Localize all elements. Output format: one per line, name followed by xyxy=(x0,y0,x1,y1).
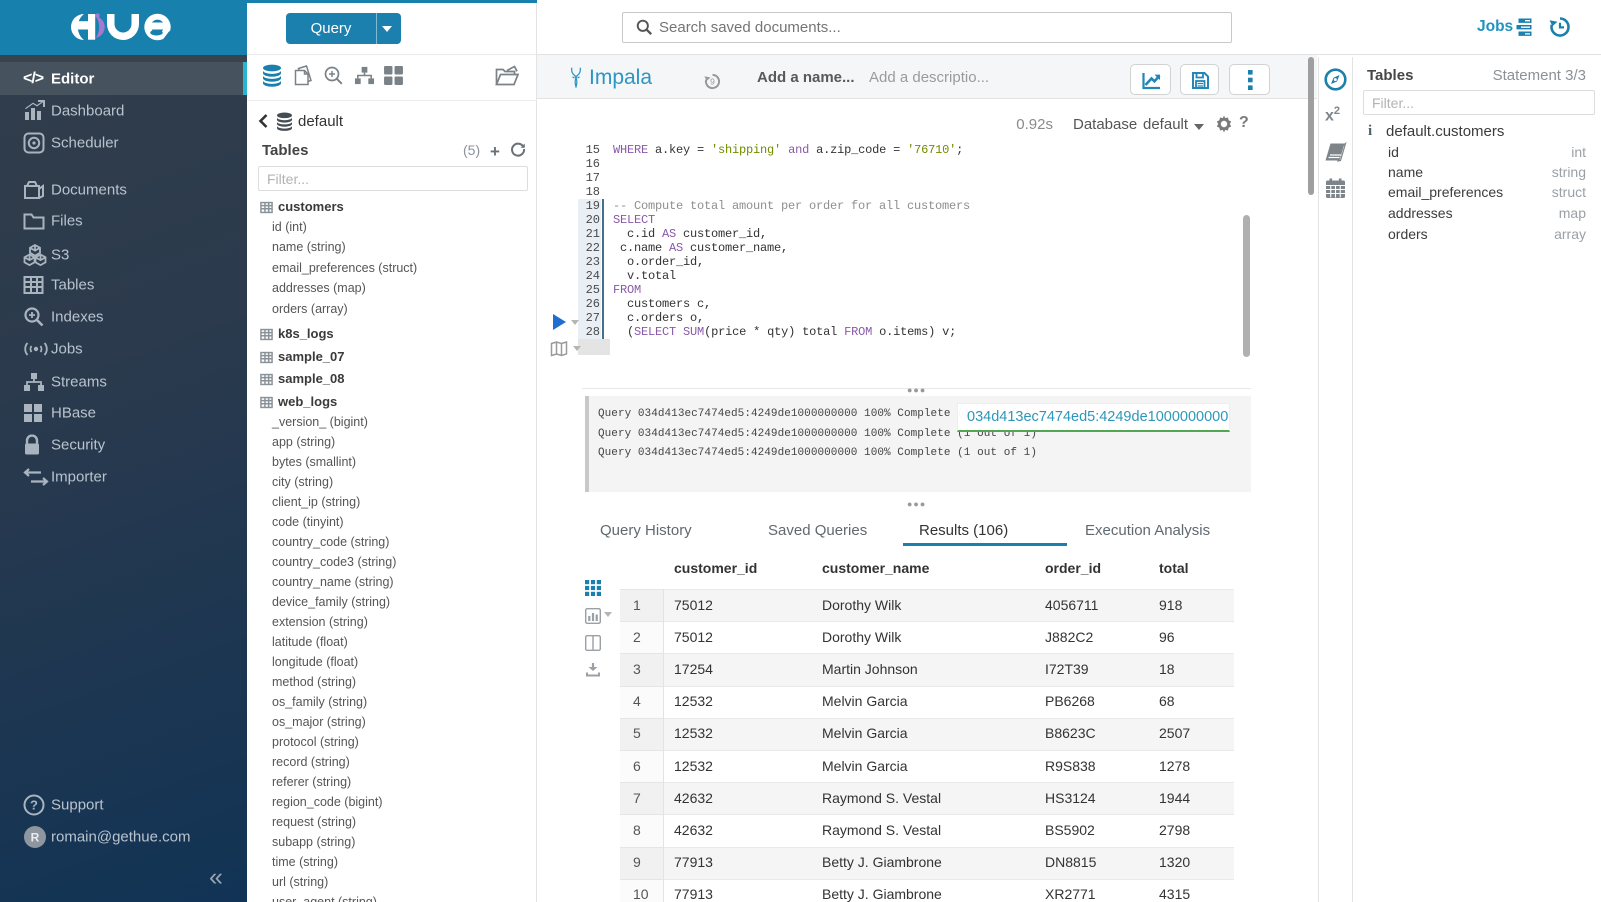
svg-text:?: ? xyxy=(30,798,38,813)
svg-text:9: 9 xyxy=(710,77,715,87)
svg-text:R: R xyxy=(31,831,40,845)
